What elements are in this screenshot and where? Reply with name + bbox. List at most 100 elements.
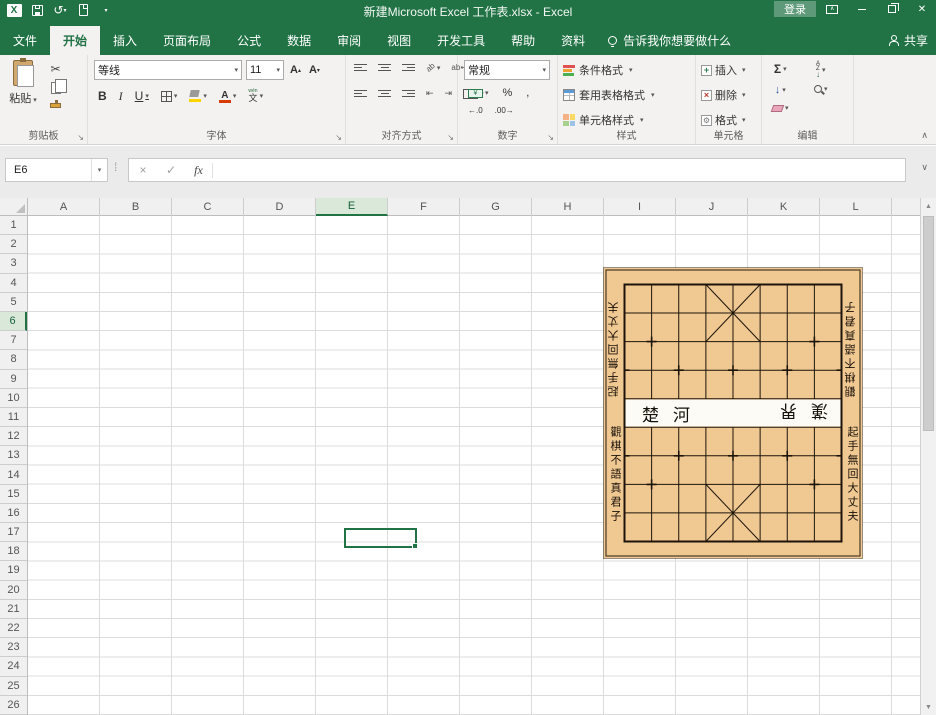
tab-数据[interactable]: 数据 — [274, 26, 324, 55]
font-color-button[interactable]: A — [217, 89, 239, 104]
row-header-18[interactable]: 18 — [0, 542, 27, 561]
row-header-11[interactable]: 11 — [0, 408, 27, 427]
row-header-10[interactable]: 10 — [0, 389, 27, 408]
row-header-12[interactable]: 12 — [0, 427, 27, 446]
autosum-button[interactable]: Σ — [770, 61, 791, 77]
name-box[interactable]: E6 ▾ — [5, 158, 108, 182]
find-select-button[interactable] — [812, 84, 830, 94]
underline-button[interactable]: U — [133, 88, 151, 104]
increase-font-size-button[interactable]: A▴ — [288, 63, 303, 77]
row-header-2[interactable]: 2 — [0, 235, 27, 254]
undo-icon[interactable]: ↺▾ — [52, 3, 68, 17]
row-header-4[interactable]: 4 — [0, 274, 27, 293]
format-painter-button[interactable] — [48, 99, 63, 109]
vertical-scrollbar[interactable]: ▲ ▼ — [920, 198, 936, 715]
close-button[interactable]: ✕ — [908, 1, 936, 17]
column-header-K[interactable]: K — [748, 198, 820, 216]
delete-cells-button[interactable]: × 删除 — [701, 84, 746, 106]
font-dialog-launcher-icon[interactable]: ↘ — [335, 133, 342, 142]
increase-indent-button[interactable]: ⇥ — [443, 87, 455, 100]
tab-公式[interactable]: 公式 — [224, 26, 274, 55]
fill-button[interactable]: ↓ — [770, 83, 791, 97]
column-header-D[interactable]: D — [244, 198, 316, 216]
name-box-chevron-icon[interactable]: ▾ — [91, 159, 107, 181]
decrease-indent-button[interactable]: ⇤ — [424, 87, 436, 100]
formula-bar-splitter[interactable]: ⁞ — [114, 160, 117, 174]
percent-style-button[interactable]: % — [501, 86, 515, 100]
row-header-7[interactable]: 7 — [0, 331, 27, 350]
row-header-23[interactable]: 23 — [0, 638, 27, 657]
enter-icon[interactable]: ✓ — [157, 163, 185, 177]
column-header-E[interactable]: E — [316, 198, 388, 216]
conditional-formatting-button[interactable]: 条件格式 — [563, 59, 633, 81]
tab-视图[interactable]: 视图 — [374, 26, 424, 55]
top-align-button[interactable] — [352, 63, 369, 72]
xiangqi-board-image[interactable]: 起手無回大丈夫 觀棋不語真君子 觀棋不語真君子 起手無回大丈夫 楚河 漢界 — [604, 268, 862, 558]
column-header-I[interactable]: I — [604, 198, 676, 216]
customize-qat-chevron-icon[interactable]: ▾ — [98, 3, 114, 17]
phonetic-guide-button[interactable]: wén文 — [246, 88, 265, 104]
italic-button[interactable]: I — [117, 88, 125, 105]
row-header-19[interactable]: 19 — [0, 561, 27, 580]
formula-input[interactable] — [213, 159, 905, 181]
column-header-L[interactable]: L — [820, 198, 892, 216]
scroll-up-arrow-icon[interactable]: ▲ — [921, 198, 936, 214]
tab-文件[interactable]: 文件 — [0, 26, 50, 55]
row-header-20[interactable]: 20 — [0, 581, 27, 600]
vertical-scrollbar-thumb[interactable] — [923, 216, 934, 431]
tab-开始[interactable]: 开始 — [50, 26, 100, 55]
minimize-button[interactable] — [848, 1, 876, 17]
tab-开发工具[interactable]: 开发工具 — [424, 26, 498, 55]
expand-formula-bar-chevron-icon[interactable]: ∨ — [921, 162, 928, 173]
cut-button[interactable]: ✂ — [48, 61, 63, 77]
restore-button[interactable] — [878, 1, 906, 17]
tab-审阅[interactable]: 审阅 — [324, 26, 374, 55]
row-header-6[interactable]: 6 — [0, 312, 27, 331]
column-header-F[interactable]: F — [388, 198, 460, 216]
row-header-8[interactable]: 8 — [0, 350, 27, 369]
column-header-G[interactable]: G — [460, 198, 532, 216]
save-icon[interactable] — [29, 3, 45, 17]
align-right-button[interactable] — [400, 89, 417, 98]
align-center-button[interactable] — [376, 89, 393, 98]
row-header-9[interactable]: 9 — [0, 370, 27, 389]
column-header-J[interactable]: J — [676, 198, 748, 216]
orientation-button[interactable]: ab — [424, 62, 442, 73]
borders-button[interactable] — [159, 90, 180, 103]
row-header-26[interactable]: 26 — [0, 696, 27, 715]
copy-button[interactable] — [48, 81, 63, 95]
share-button[interactable]: 共享 — [888, 26, 928, 55]
align-left-button[interactable] — [352, 89, 369, 98]
sort-filter-button[interactable]: AZ — [812, 61, 830, 78]
clipboard-dialog-launcher-icon[interactable]: ↘ — [77, 133, 84, 142]
tell-me-box[interactable]: 告诉我你想要做什么 — [598, 26, 741, 55]
column-header-partial[interactable] — [892, 198, 920, 216]
row-header-21[interactable]: 21 — [0, 600, 27, 619]
column-header-A[interactable]: A — [28, 198, 100, 216]
collapse-ribbon-chevron-icon[interactable]: ∧ — [921, 130, 928, 141]
increase-decimal-button[interactable]: ←.0 — [466, 105, 485, 116]
row-header-14[interactable]: 14 — [0, 465, 27, 484]
number-dialog-launcher-icon[interactable]: ↘ — [547, 133, 554, 142]
select-all-button[interactable] — [0, 198, 28, 216]
middle-align-button[interactable] — [376, 63, 393, 72]
ribbon-display-options-button[interactable] — [818, 1, 846, 17]
row-header-15[interactable]: 15 — [0, 485, 27, 504]
insert-cells-button[interactable]: + 插入 — [701, 59, 746, 81]
row-header-25[interactable]: 25 — [0, 677, 27, 696]
column-header-H[interactable]: H — [532, 198, 604, 216]
scroll-down-arrow-icon[interactable]: ▼ — [921, 699, 936, 715]
comma-style-button[interactable]: , — [524, 86, 531, 100]
row-header-16[interactable]: 16 — [0, 504, 27, 523]
row-header-5[interactable]: 5 — [0, 293, 27, 312]
column-header-C[interactable]: C — [172, 198, 244, 216]
tab-插入[interactable]: 插入 — [100, 26, 150, 55]
paste-button[interactable]: 粘贴 — [6, 60, 40, 128]
row-header-24[interactable]: 24 — [0, 657, 27, 676]
tab-页面布局[interactable]: 页面布局 — [150, 26, 224, 55]
fill-color-button[interactable] — [187, 89, 209, 103]
format-as-table-button[interactable]: 套用表格格式 — [563, 84, 655, 106]
number-format-combo[interactable]: 常规▾ — [464, 60, 550, 80]
font-size-combo[interactable]: 11▾ — [246, 60, 284, 80]
tab-帮助[interactable]: 帮助 — [498, 26, 548, 55]
